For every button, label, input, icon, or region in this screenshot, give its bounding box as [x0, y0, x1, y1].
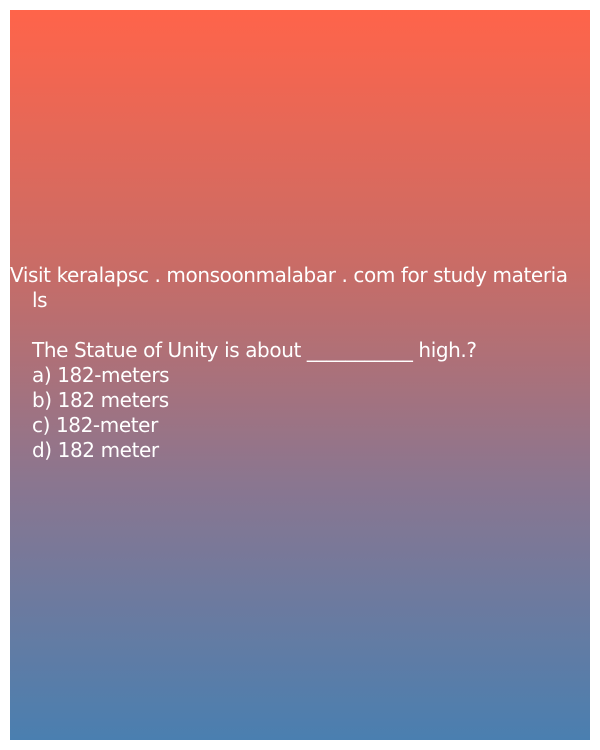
option-a: a) 182-meters — [32, 363, 170, 387]
quiz-card: Visit keralapsc . monsoonmalabar . com f… — [10, 10, 590, 740]
option-b: b) 182 meters — [32, 388, 169, 412]
promo-line-1: Visit keralapsc . monsoonmalabar . com f… — [10, 263, 568, 287]
question-text: The Statue of Unity is about ___________… — [32, 338, 477, 362]
promo-line-2: ls — [32, 288, 48, 312]
option-d: d) 182 meter — [32, 438, 159, 462]
option-c: c) 182-meter — [32, 413, 158, 437]
quiz-content: Visit keralapsc . monsoonmalabar . com f… — [10, 263, 590, 463]
